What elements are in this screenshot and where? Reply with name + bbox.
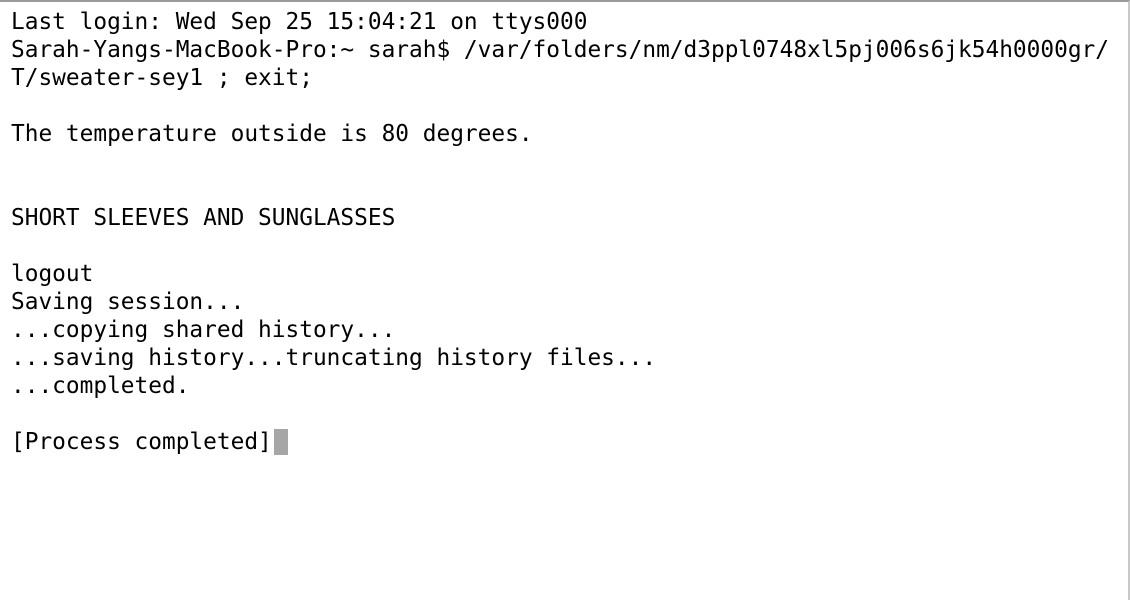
command-prompt-line: Sarah-Yangs-MacBook-Pro:~ sarah$ /var/fo…	[11, 37, 1109, 63]
saving-session-line: Saving session...	[11, 289, 245, 315]
process-completed-line: [Process completed]	[11, 428, 1128, 456]
saving-history-line: ...saving history...truncating history f…	[11, 345, 657, 371]
command-continuation-line: T/sweater-sey1 ; exit;	[11, 65, 313, 91]
temperature-output-line: The temperature outside is 80 degrees.	[11, 121, 533, 147]
copying-history-line: ...copying shared history...	[11, 317, 396, 343]
last-login-line: Last login: Wed Sep 25 15:04:21 on ttys0…	[11, 9, 588, 35]
terminal-window[interactable]: Last login: Wed Sep 25 15:04:21 on ttys0…	[0, 0, 1130, 600]
text-cursor	[273, 429, 288, 455]
process-completed-text: [Process completed]	[11, 429, 272, 455]
advice-output-line: SHORT SLEEVES AND SUNGLASSES	[11, 205, 396, 231]
completed-line: ...completed.	[11, 373, 190, 399]
logout-line: logout	[11, 261, 94, 287]
